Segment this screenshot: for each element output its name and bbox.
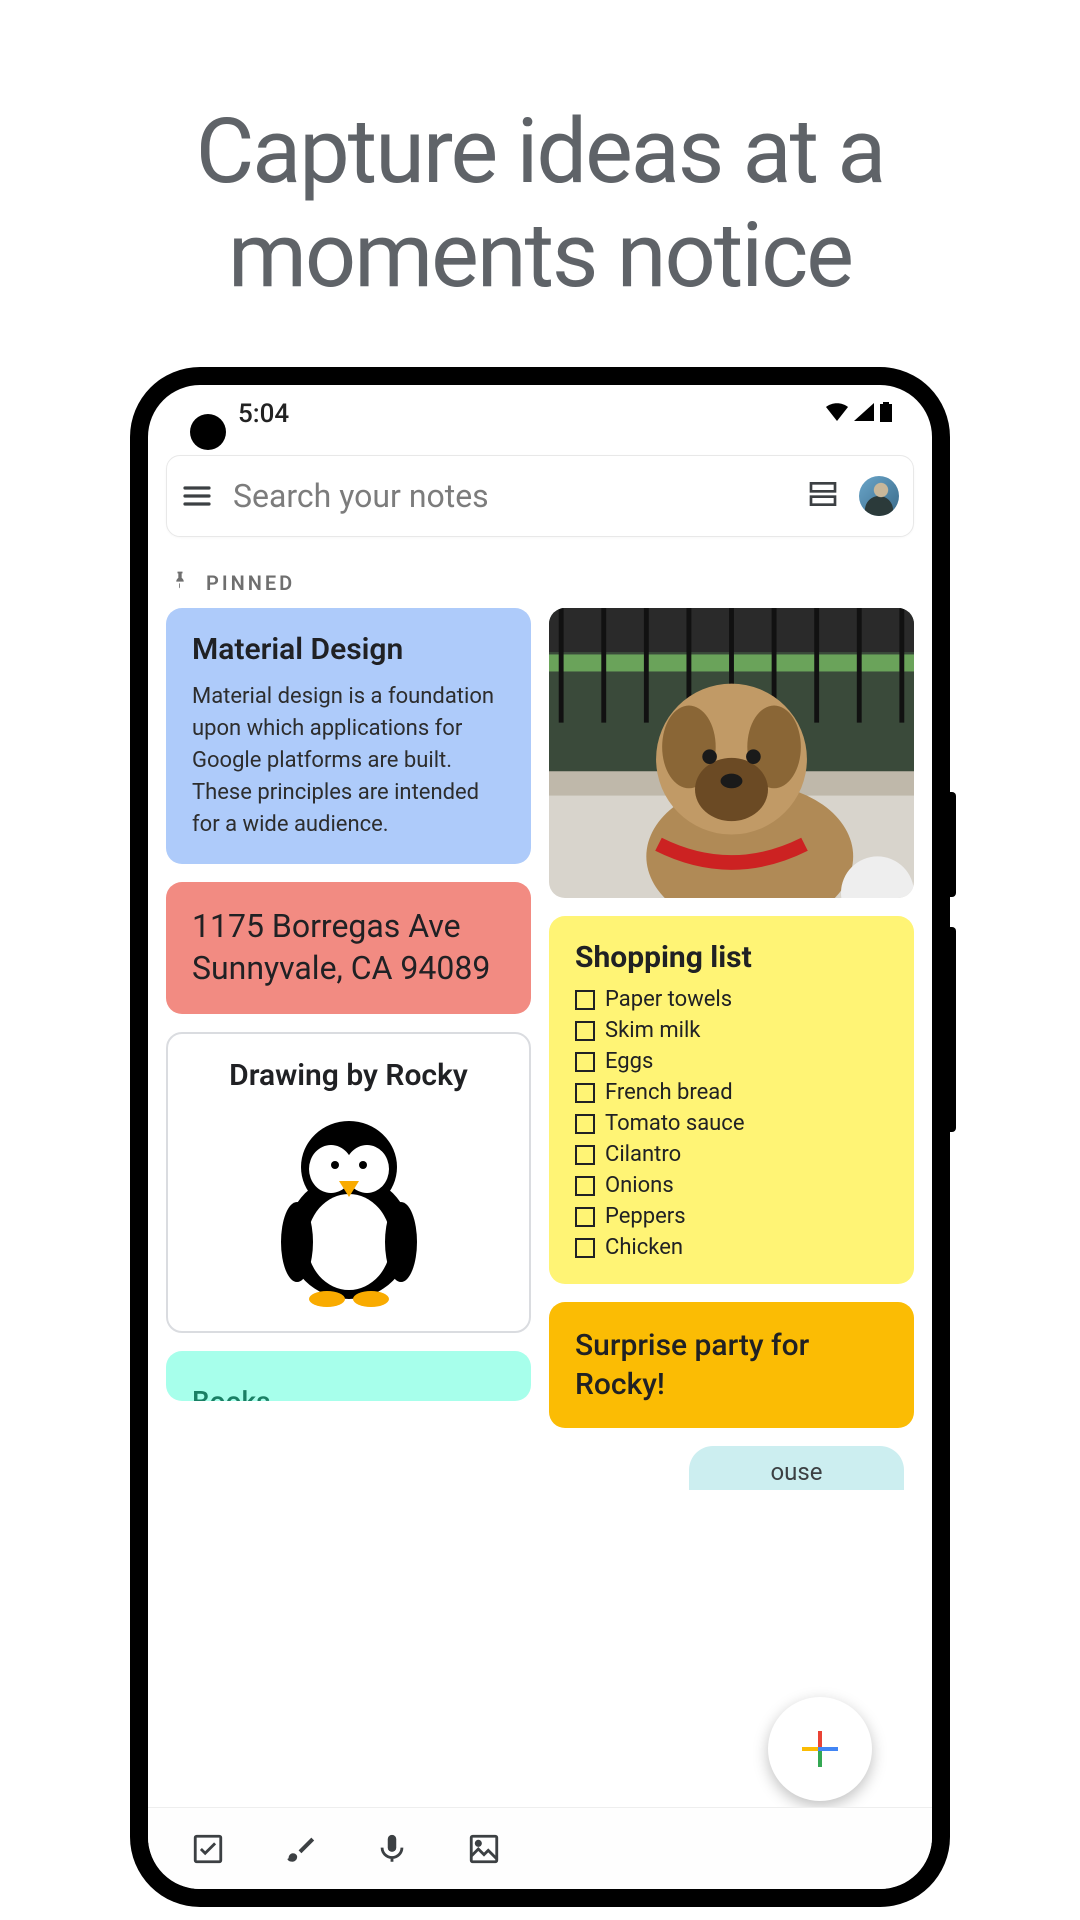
note-text: Surprise party for Rocky! bbox=[575, 1326, 888, 1404]
note-card-dog-image[interactable] bbox=[549, 608, 914, 898]
note-card-shopping-list[interactable]: Shopping list Paper towels Skim milk Egg… bbox=[549, 916, 914, 1284]
list-item[interactable]: Paper towels bbox=[575, 987, 888, 1012]
phone-side-button bbox=[950, 792, 956, 897]
pinned-label-text: PINNED bbox=[206, 571, 295, 595]
note-title: Material Design bbox=[192, 632, 505, 667]
pinned-section-label: PINNED bbox=[148, 549, 932, 608]
search-placeholder: Search your notes bbox=[233, 477, 807, 515]
note-title: Drawing by Rocky bbox=[194, 1058, 503, 1093]
brush-tool-icon[interactable] bbox=[280, 1829, 320, 1869]
note-card-drawing[interactable]: Drawing by Rocky bbox=[166, 1032, 531, 1333]
checkbox-icon[interactable] bbox=[575, 990, 595, 1010]
note-body: Material design is a foundation upon whi… bbox=[192, 681, 505, 840]
headline-line2: moments notice bbox=[228, 203, 852, 308]
note-card-fragment[interactable]: ouse bbox=[689, 1446, 904, 1490]
note-title: Shopping list bbox=[575, 940, 888, 975]
checkbox-icon[interactable] bbox=[575, 1052, 595, 1072]
headline-line1: Capture ideas at a bbox=[196, 99, 885, 204]
list-item[interactable]: Skim milk bbox=[575, 1018, 888, 1043]
list-item[interactable]: Eggs bbox=[575, 1049, 888, 1074]
note-title-partial: Books bbox=[192, 1375, 505, 1401]
list-item[interactable]: Peppers bbox=[575, 1204, 888, 1229]
bottom-toolbar bbox=[148, 1807, 932, 1889]
checkbox-icon[interactable] bbox=[575, 1176, 595, 1196]
search-bar[interactable]: Search your notes bbox=[166, 455, 914, 537]
checklist: Paper towels Skim milk Eggs French bread… bbox=[575, 987, 888, 1260]
status-bar: 5:04 bbox=[148, 385, 932, 443]
menu-icon[interactable] bbox=[181, 480, 213, 512]
list-item[interactable]: Onions bbox=[575, 1173, 888, 1198]
list-item[interactable]: Cilantro bbox=[575, 1142, 888, 1167]
checkbox-icon[interactable] bbox=[575, 1207, 595, 1227]
pin-icon bbox=[170, 569, 190, 596]
checkbox-tool-icon[interactable] bbox=[188, 1829, 228, 1869]
new-note-fab[interactable] bbox=[768, 1697, 872, 1801]
list-item[interactable]: Chicken bbox=[575, 1235, 888, 1260]
image-tool-icon[interactable] bbox=[464, 1829, 504, 1869]
checkbox-icon[interactable] bbox=[575, 1114, 595, 1134]
penguin-drawing bbox=[194, 1107, 503, 1307]
status-time: 5:04 bbox=[238, 399, 289, 429]
screen: 5:04 Search your notes bbox=[148, 385, 932, 1889]
checkbox-icon[interactable] bbox=[575, 1021, 595, 1041]
list-item[interactable]: Tomato sauce bbox=[575, 1111, 888, 1136]
wifi-icon bbox=[826, 403, 848, 425]
checkbox-icon[interactable] bbox=[575, 1083, 595, 1103]
note-card-address[interactable]: 1175 Borregas Ave Sunnyvale, CA 94089 bbox=[166, 882, 531, 1013]
note-card-material-design[interactable]: Material Design Material design is a fou… bbox=[166, 608, 531, 864]
phone-side-button bbox=[950, 927, 956, 1132]
note-address-text: 1175 Borregas Ave Sunnyvale, CA 94089 bbox=[192, 906, 505, 989]
camera-cutout bbox=[190, 414, 226, 450]
note-card-books[interactable]: Books bbox=[166, 1351, 531, 1401]
battery-icon bbox=[880, 402, 892, 426]
fragment-text: ouse bbox=[770, 1458, 822, 1486]
layout-toggle-icon[interactable] bbox=[807, 478, 839, 514]
plus-icon bbox=[798, 1727, 842, 1771]
note-card-surprise-party[interactable]: Surprise party for Rocky! bbox=[549, 1302, 914, 1428]
checkbox-icon[interactable] bbox=[575, 1238, 595, 1258]
phone-frame: 5:04 Search your notes bbox=[130, 367, 950, 1907]
list-item[interactable]: French bread bbox=[575, 1080, 888, 1105]
signal-icon bbox=[854, 403, 874, 425]
marketing-headline: Capture ideas at a moments notice bbox=[0, 0, 1080, 367]
avatar[interactable] bbox=[859, 476, 899, 516]
checkbox-icon[interactable] bbox=[575, 1145, 595, 1165]
microphone-tool-icon[interactable] bbox=[372, 1829, 412, 1869]
